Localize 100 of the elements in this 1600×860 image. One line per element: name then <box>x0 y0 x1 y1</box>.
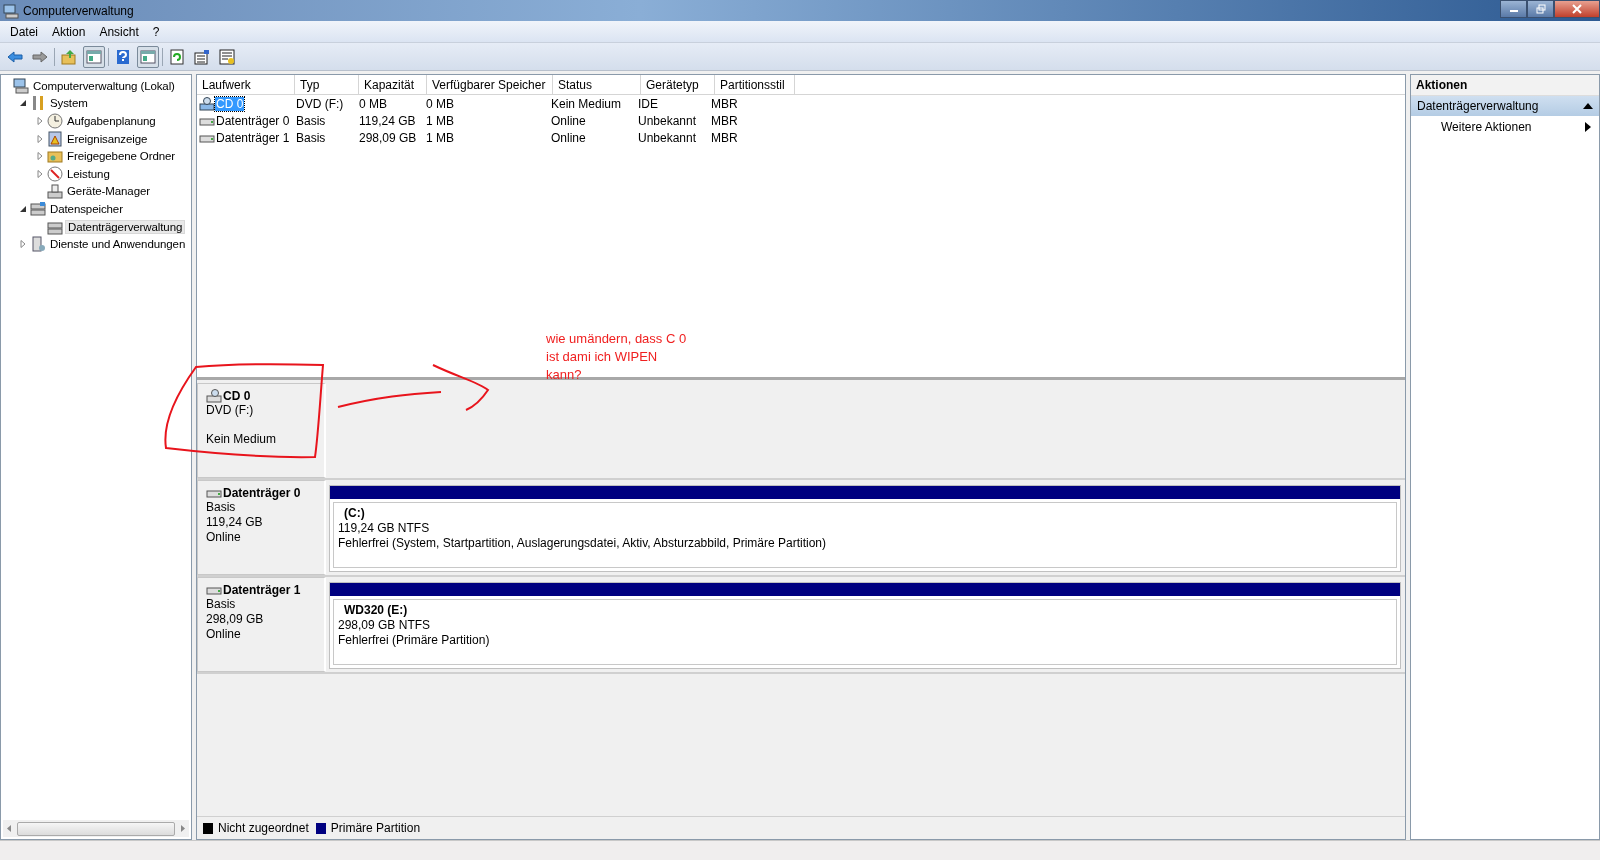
collapsed-arrow-icon[interactable] <box>19 240 27 249</box>
table-cell: Basis <box>296 113 326 128</box>
menu-item[interactable]: ? <box>152 24 160 39</box>
column-header[interactable]: Typ <box>295 75 359 94</box>
partition-size: 119,24 GB NTFS <box>338 521 431 536</box>
computer-icon <box>13 77 29 94</box>
table-cell: Unbekannt <box>638 113 697 128</box>
tree-item[interactable]: Leistung <box>65 167 112 180</box>
table-cell: DVD (F:) <box>296 96 344 111</box>
pane-toggle-button[interactable] <box>137 45 159 68</box>
help-icon <box>115 48 131 65</box>
disk-capacity: 298,09 GB <box>206 612 265 627</box>
disk-name: Datenträger 0 <box>223 486 301 500</box>
properties-icon <box>194 48 210 65</box>
column-header[interactable]: Kapazität <box>359 75 427 94</box>
scroll-left-icon[interactable] <box>7 825 11 832</box>
back-arrow-icon <box>7 48 23 65</box>
actions-title: Aktionen <box>1411 75 1599 96</box>
column-header[interactable]: Verfügbarer Speicher <box>427 75 553 94</box>
actions-section-header[interactable]: Datenträgerverwaltung <box>1411 96 1599 116</box>
table-cell: 1 MB <box>426 113 454 128</box>
list-icon <box>219 48 235 65</box>
legend-label: Nicht zugeordnet <box>218 821 309 835</box>
optical-drive-icon <box>199 96 215 111</box>
column-header[interactable]: Laufwerk <box>197 75 295 94</box>
disk-type: Basis <box>206 500 237 515</box>
action-link[interactable]: Weitere Aktionen <box>1441 120 1532 134</box>
disk-info-panel[interactable]: CD 0 DVD (F:) Kein Medium <box>197 383 326 478</box>
disk-type: DVD (F:) <box>206 403 255 418</box>
disk-status: Online <box>206 627 242 642</box>
disk-type: Basis <box>206 597 237 612</box>
clock-icon <box>47 113 63 129</box>
table-cell: MBR <box>711 130 738 145</box>
table-cell: Kein Medium <box>551 96 622 111</box>
menu-item[interactable]: Aktion <box>52 24 86 39</box>
disk-info-panel[interactable]: Datenträger 1 Basis 298,09 GB Online <box>197 577 326 672</box>
drive-name[interactable]: Datenträger 1 <box>215 130 291 145</box>
partition-status: Fehlerfrei (System, Startpartition, Auslagerungsdatei, Aktiv, Absturzabbild, Primäre Partition) <box>338 536 827 551</box>
tree-item[interactable]: Dienste und Anwendungen <box>48 238 188 251</box>
table-cell: MBR <box>711 113 738 128</box>
table-cell: IDE <box>638 96 658 111</box>
disk-status: Kein Medium <box>206 432 278 447</box>
column-header[interactable]: Partitionsstil <box>715 75 795 94</box>
tree-item[interactable]: System <box>48 97 90 110</box>
table-cell: Online <box>551 113 586 128</box>
refresh-icon <box>169 48 185 65</box>
tree-item[interactable]: Datenträgerverwaltung <box>65 219 186 234</box>
collapsed-arrow-icon[interactable] <box>36 152 44 161</box>
table-cell: Basis <box>296 130 326 145</box>
menu-item[interactable]: Datei <box>10 24 38 39</box>
tree-item[interactable]: Aufgabenplanung <box>65 115 158 127</box>
table-cell: 298,09 GB <box>359 130 417 145</box>
tree-item[interactable]: Freigegebene Ordner <box>65 150 178 163</box>
tree-item[interactable]: Ereignisanzeige <box>65 132 150 145</box>
partition-size: 298,09 GB NTFS <box>338 618 432 633</box>
pane-icon <box>140 48 156 65</box>
folder-up-icon <box>61 48 77 65</box>
annotation-text: wie umändern, dass C 0 ist dami ich WIPEN kann? <box>546 330 688 384</box>
collapsed-arrow-icon[interactable] <box>36 169 44 178</box>
table-cell: 119,24 GB <box>359 113 416 128</box>
disk-status: Online <box>206 530 242 545</box>
collapsed-arrow-icon[interactable] <box>36 134 44 143</box>
scroll-right-icon[interactable] <box>181 825 185 832</box>
close-icon <box>1572 4 1582 14</box>
partition-label: (C:) <box>343 506 366 521</box>
computer-icon <box>3 2 19 19</box>
partition-status: Fehlerfrei (Primäre Partition) <box>338 633 491 648</box>
disk-name: Datenträger 1 <box>223 583 301 597</box>
drive-name[interactable]: Datenträger 0 <box>215 113 291 128</box>
table-cell: 0 MB <box>359 96 387 111</box>
minimize-button[interactable] <box>1500 0 1527 18</box>
menu-item[interactable]: Ansicht <box>99 24 139 39</box>
tree-item[interactable]: Computerverwaltung (Lokal) <box>31 79 177 92</box>
restore-button[interactable] <box>1527 0 1554 18</box>
tree-item[interactable]: Datenspeicher <box>48 202 125 215</box>
close-button[interactable] <box>1554 0 1600 18</box>
optical-drive-icon <box>206 389 222 403</box>
table-cell: 0 MB <box>426 96 454 111</box>
legend-label: Primäre Partition <box>330 821 421 835</box>
restore-icon <box>1535 4 1546 14</box>
table-cell: Online <box>551 130 586 145</box>
disk-name: CD 0 <box>223 389 251 403</box>
expanded-arrow-icon[interactable] <box>19 204 27 213</box>
collapsed-arrow-icon[interactable] <box>36 117 44 125</box>
horizontal-scrollbar[interactable] <box>3 820 189 837</box>
expanded-arrow-icon[interactable] <box>19 99 27 108</box>
table-cell: MBR <box>711 96 738 111</box>
table-cell: Unbekannt <box>638 130 697 145</box>
folder-icon <box>47 148 63 165</box>
column-header[interactable]: Gerätetyp <box>641 75 715 94</box>
column-header[interactable]: Status <box>553 75 641 94</box>
pane-toggle-button[interactable] <box>83 45 105 68</box>
disk-info-panel[interactable]: Datenträger 0 Basis 119,24 GB Online <box>197 480 326 575</box>
storage-icon <box>30 200 46 217</box>
tree-item[interactable]: Geräte-Manager <box>65 185 152 198</box>
device-icon <box>47 183 63 200</box>
disk-capacity: 119,24 GB <box>206 515 264 530</box>
forward-arrow-icon <box>32 48 48 65</box>
partition-block[interactable]: WD320 (E:) 298,09 GB NTFS Fehlerfrei (Primäre Partition) <box>329 582 1401 669</box>
partition-block[interactable]: (C:) 119,24 GB NTFS Fehlerfrei (System, Startpartition, Auslagerungsdatei, Aktiv, Absturzabbild, Primäre Partition) <box>329 485 1401 572</box>
